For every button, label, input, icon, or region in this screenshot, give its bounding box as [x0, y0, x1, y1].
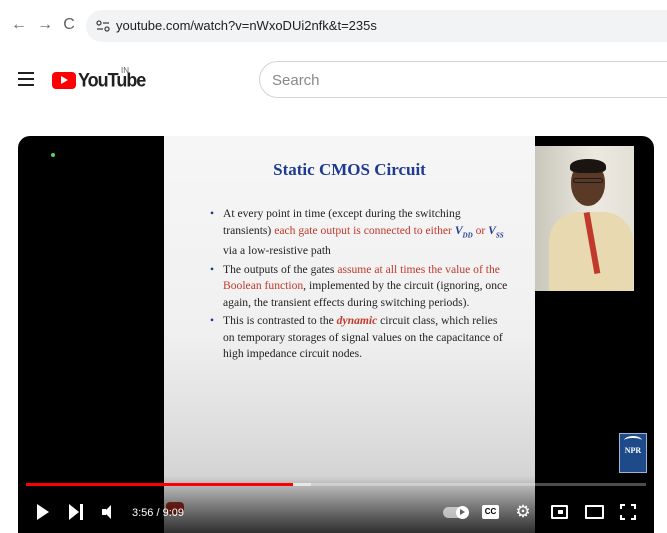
- bullet-highlight: or: [472, 223, 489, 237]
- bullet-emphasis: dynamic: [336, 314, 378, 328]
- bullet-text: The outputs of the gates: [223, 262, 338, 276]
- time-display: 3:56 / 9:09: [132, 507, 184, 519]
- forward-icon[interactable]: →: [36, 16, 54, 34]
- volume-icon[interactable]: [102, 505, 116, 519]
- region-code: IN: [121, 66, 129, 75]
- autoplay-play-icon: [460, 509, 465, 515]
- hamburger-menu-icon[interactable]: [18, 72, 34, 86]
- video-player[interactable]: Static CMOS Circuit At every point in ti…: [18, 136, 654, 533]
- autoplay-toggle[interactable]: [443, 506, 469, 519]
- vdd-symbol: VDD: [454, 223, 473, 239]
- npr-logo: NPR: [619, 433, 647, 473]
- back-icon[interactable]: ←: [10, 16, 28, 34]
- url-text: youtube.com/watch?v=nWxoDUi2nfk&t=235s: [116, 18, 377, 33]
- next-icon[interactable]: [69, 504, 83, 520]
- vss-symbol: VSS: [488, 223, 504, 239]
- player-controls: 3:56 / 9:09 CC ⚙: [18, 476, 654, 533]
- captions-icon[interactable]: CC: [482, 505, 499, 519]
- youtube-play-logo-icon: [52, 71, 76, 89]
- npr-logo-text: NPR: [624, 446, 642, 455]
- address-bar[interactable]: youtube.com/watch?v=nWxoDUi2nfk&t=235s: [86, 10, 667, 42]
- search-input[interactable]: [272, 71, 652, 89]
- progress-played: [26, 483, 293, 486]
- youtube-logo[interactable]: YouTube: [52, 68, 146, 91]
- youtube-header: YouTube IN: [0, 52, 667, 110]
- slide-bullet-3: This is contrasted to the dynamic circui…: [210, 313, 510, 363]
- presenter-webcam: [535, 146, 634, 291]
- browser-toolbar: ← → C youtube.com/watch?v=nWxoDUi2nfk&t=…: [0, 0, 667, 52]
- slide-bullet-2: The outputs of the gates assume at all t…: [210, 262, 510, 312]
- play-icon[interactable]: [37, 504, 49, 520]
- reload-icon[interactable]: C: [60, 16, 78, 34]
- theater-mode-icon[interactable]: [585, 505, 604, 519]
- bullet-text: This is contrasted to the: [223, 314, 337, 328]
- fullscreen-icon[interactable]: [620, 504, 636, 520]
- progress-bar[interactable]: [26, 483, 646, 486]
- site-info-icon[interactable]: [96, 19, 110, 33]
- bullet-text: via a low-resistive path: [223, 244, 331, 258]
- search-box[interactable]: [259, 61, 667, 98]
- slide-bullet-1: At every point in time (except during th…: [210, 206, 510, 260]
- settings-gear-icon[interactable]: ⚙: [514, 503, 532, 521]
- slide-bullets: At every point in time (except during th…: [210, 206, 510, 365]
- recording-indicator: [51, 153, 55, 157]
- youtube-logo-text: YouTube: [78, 68, 146, 91]
- bullet-highlight: each gate output is connected to either: [274, 223, 455, 237]
- miniplayer-icon[interactable]: [551, 505, 568, 519]
- presenter-glasses: [573, 178, 603, 183]
- slide-title: Static CMOS Circuit: [273, 160, 426, 179]
- presentation-slide: Static CMOS Circuit At every point in ti…: [164, 136, 535, 496]
